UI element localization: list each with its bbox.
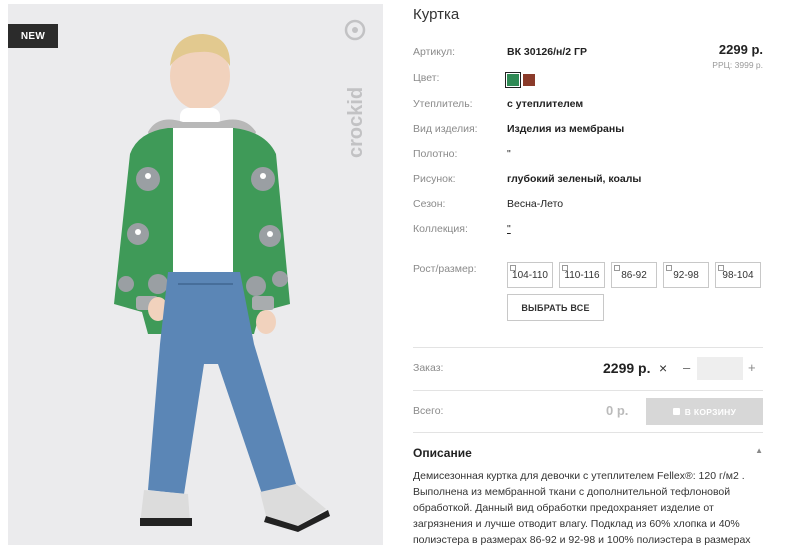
size-option-label: 98-104: [722, 269, 754, 281]
size-checkbox[interactable]: [562, 265, 568, 271]
color-swatch-brown[interactable]: [523, 74, 535, 86]
attribute-label: Коллекция:: [413, 223, 468, 235]
product-title: Куртка: [413, 6, 460, 23]
color-swatch-green[interactable]: [505, 72, 521, 88]
select-all-sizes-button[interactable]: ВЫБРАТЬ ВСЕ: [507, 294, 604, 321]
attribute-label: Утеплитель:: [413, 98, 473, 110]
attribute-value: Весна-Лето: [507, 198, 564, 210]
attribute-row-pattern: Рисунок: глубокий зеленый, коалы: [413, 173, 763, 189]
size-options: 104-110 110-116 86-92 92-98 98-104: [507, 262, 763, 288]
divider: [413, 432, 763, 433]
new-badge: NEW: [8, 24, 58, 48]
size-option[interactable]: 92-98: [663, 262, 709, 288]
attribute-value: ": [507, 148, 511, 160]
attribute-value: с утеплителем: [507, 98, 584, 110]
size-checkbox[interactable]: [666, 265, 672, 271]
size-option[interactable]: 86-92: [611, 262, 657, 288]
crockid-logo-watermark: crockid: [343, 18, 367, 158]
attribute-label: Полотно:: [413, 148, 458, 160]
product-photo[interactable]: NEW crockid: [8, 4, 383, 545]
attribute-row-insulation: Утеплитель: с утеплителем: [413, 98, 763, 114]
size-option[interactable]: 110-116: [559, 262, 605, 288]
size-option[interactable]: 98-104: [715, 262, 761, 288]
remove-order-icon[interactable]: ×: [659, 360, 667, 376]
add-to-cart-button[interactable]: В КОРЗИНУ: [646, 398, 763, 425]
size-option-label: 104-110: [512, 269, 548, 281]
size-option-label: 92-98: [673, 269, 699, 281]
attribute-row-product-type: Вид изделия: Изделия из мембраны: [413, 123, 763, 139]
attribute-row-collection: Коллекция: ": [413, 223, 763, 239]
watermark-text: crockid: [345, 87, 367, 158]
attribute-row-color: Цвет:: [413, 72, 763, 88]
attribute-label: Артикул:: [413, 46, 456, 58]
attribute-value: глубокий зеленый, коалы: [507, 173, 642, 185]
child-in-jacket-illustration: [8, 4, 383, 545]
attribute-value: ВК 30126/н/2 ГР: [507, 46, 587, 58]
cart-bag-icon: [672, 408, 680, 415]
total-label: Всего:: [413, 405, 444, 417]
order-label: Заказ:: [413, 362, 444, 374]
size-option[interactable]: 104-110: [507, 262, 553, 288]
divider: [413, 390, 763, 391]
size-option-label: 110-116: [564, 269, 600, 281]
attribute-row-article: Артикул: ВК 30126/н/2 ГР: [413, 46, 763, 62]
attribute-label: Сезон:: [413, 198, 446, 210]
description-text: Демисезонная куртка для девочки с утепли…: [413, 470, 751, 545]
quantity-input[interactable]: [697, 357, 743, 380]
attribute-row-fabric: Полотно: ": [413, 148, 763, 164]
collapse-caret-icon[interactable]: ▲: [755, 446, 763, 455]
size-checkbox[interactable]: [510, 265, 516, 271]
size-label: Рост/размер:: [413, 263, 477, 275]
description-title[interactable]: Описание: [413, 446, 472, 460]
collection-link[interactable]: ": [507, 223, 511, 235]
divider: [413, 347, 763, 348]
increase-quantity-button[interactable]: +: [748, 360, 756, 375]
size-option-label: 86-92: [621, 269, 647, 281]
attribute-row-season: Сезон: Весна-Лето: [413, 198, 763, 214]
size-checkbox[interactable]: [614, 265, 620, 271]
decrease-quantity-button[interactable]: –: [683, 360, 690, 375]
attribute-label: Цвет:: [413, 72, 440, 84]
attribute-label: Рисунок:: [413, 173, 456, 185]
total-value: 0 р.: [606, 403, 629, 418]
add-to-cart-label: В КОРЗИНУ: [684, 406, 737, 417]
attribute-value: Изделия из мембраны: [507, 123, 625, 135]
attribute-label: Вид изделия:: [413, 123, 478, 135]
order-price: 2299 р.: [603, 360, 651, 376]
size-checkbox[interactable]: [718, 265, 724, 271]
